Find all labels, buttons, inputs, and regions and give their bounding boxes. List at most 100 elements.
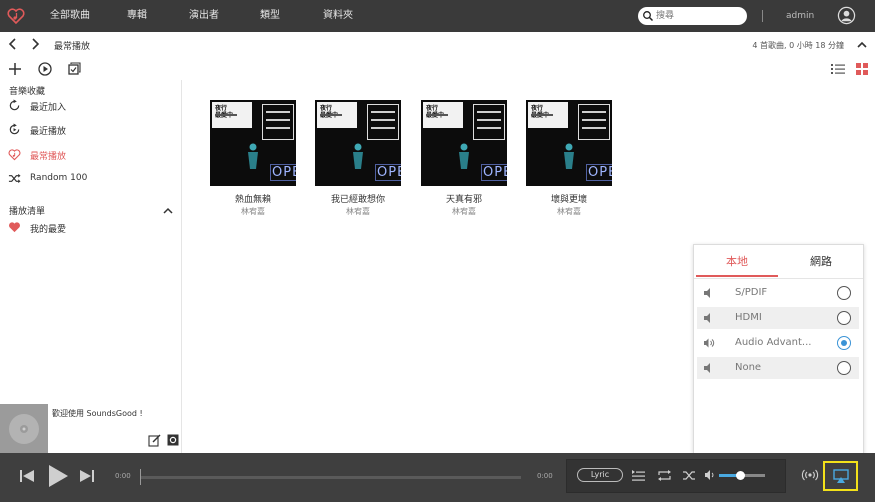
album-title[interactable]: 我已經敢想你 [315,192,401,205]
add-icon[interactable] [7,61,23,77]
play-all-icon[interactable] [37,61,53,77]
audio-output-button[interactable] [823,461,858,491]
album-artist[interactable]: 林宥嘉 [526,206,612,217]
lyric-button[interactable]: Lyric [577,468,623,482]
breadcrumb-bar: 最常播放 4 首歌曲, 0 小時 18 分鐘 [0,32,875,58]
output-device-name: Audio Advant... [735,337,812,348]
total-time: 0:00 [537,472,553,480]
album-title[interactable]: 壞與更壞 [526,192,612,205]
sidebar-item-label: 我的最愛 [30,225,67,235]
sidebar-item-label: 最近加入 [30,103,67,113]
player-bar: 0:00 0:00 Lyric [0,453,875,502]
sidebar-item-random-100[interactable]: Random 100 [8,171,173,187]
output-device-name: None [735,362,762,373]
volume-icon[interactable] [704,469,716,481]
select-icon[interactable] [66,61,82,77]
edit-icon[interactable] [148,434,161,447]
output-radio[interactable] [837,361,851,375]
top-bar: 全部歌曲 專輯 演出者 類型 資料夾 admin [0,0,875,32]
album-card[interactable]: 夜行最愛中 OPE 天真有邪 林宥嘉 [421,100,507,216]
speaker-active-icon [704,338,715,348]
album-card[interactable]: 夜行最愛中 OPE 熱血無賴 林宥嘉 [210,100,296,216]
sidebar-item-label: 最近播放 [30,127,67,137]
repeat-icon[interactable] [657,469,672,482]
song-stats: 4 首歌曲, 0 小時 18 分鐘 [752,41,844,50]
seek-bar[interactable] [141,476,521,479]
forward-arrow-icon[interactable] [28,37,42,51]
airplay-icon [833,469,849,483]
disc-icon [9,414,39,444]
nav-albums[interactable]: 專輯 [127,0,147,32]
album-card[interactable]: 夜行最愛中 OPE 我已經敢想你 林宥嘉 [315,100,401,216]
collapse-chevron-icon[interactable] [856,39,868,51]
settings-icon[interactable] [167,434,179,446]
back-arrow-icon[interactable] [6,37,20,51]
volume-handle[interactable] [736,471,745,480]
tab-network[interactable]: 網路 [780,245,862,278]
output-device-name: HDMI [735,312,762,323]
sidebar: 音樂收藏 最近加入 最近播放 最常播放 Random 100 播放清單 我的最愛… [0,80,182,453]
list-view-icon[interactable] [830,62,846,76]
previous-track-icon[interactable] [18,467,36,485]
tab-divider [694,278,863,279]
queue-icon[interactable] [631,469,646,482]
album-card[interactable]: 夜行最愛中 OPE 壞與更壞 林宥嘉 [526,100,612,216]
topbar-divider [762,10,763,22]
output-radio-selected[interactable] [837,336,851,350]
recent-play-icon [9,123,20,135]
elapsed-time: 0:00 [115,472,131,480]
user-name[interactable]: admin [786,0,814,32]
album-cover[interactable]: 夜行最愛中 OPE [210,100,296,186]
sidebar-item-most-played[interactable]: 最常播放 [8,147,173,163]
search-icon [643,11,654,22]
output-device-row[interactable]: HDMI [697,307,859,329]
tab-local[interactable]: 本地 [696,245,778,277]
grid-view-icon[interactable] [855,62,869,76]
speaker-icon [704,313,710,323]
sidebar-item-recently-played[interactable]: 最近播放 [8,122,173,138]
most-played-heart-icon [8,149,21,161]
speaker-icon [704,363,710,373]
output-device-row[interactable]: None [697,357,859,379]
album-cover[interactable]: 夜行最愛中 OPE [421,100,507,186]
output-device-row[interactable]: S/PDIF [697,282,859,304]
now-playing-text: 歡迎使用 SoundsGood ! [52,409,143,418]
nav-all-songs[interactable]: 全部歌曲 [50,0,90,32]
album-title[interactable]: 天真有邪 [421,192,507,205]
album-cover[interactable]: 夜行最愛中 OPE [526,100,612,186]
playlist-section-title: 播放清單 [9,207,46,217]
audio-output-panel: 本地 網路 S/PDIF HDMI Audio Advant... None [693,244,864,454]
output-device-name: S/PDIF [735,287,768,298]
app-logo-icon[interactable] [6,6,26,26]
shuffle-icon [8,173,21,184]
user-avatar-icon[interactable] [837,6,856,25]
sidebar-item-label: 最常播放 [30,152,67,162]
output-device-row[interactable]: Audio Advant... [697,332,859,354]
speaker-icon [704,288,710,298]
recent-add-icon [9,99,20,111]
play-icon[interactable] [46,463,70,489]
album-artist[interactable]: 林宥嘉 [315,206,401,217]
next-track-icon[interactable] [78,467,96,485]
search-input[interactable] [656,9,742,23]
shuffle-icon[interactable] [682,469,697,482]
nav-artists[interactable]: 演出者 [189,0,219,32]
album-cover[interactable]: 夜行最愛中 OPE [315,100,401,186]
output-radio[interactable] [837,311,851,325]
output-radio[interactable] [837,286,851,300]
nav-folders[interactable]: 資料夾 [323,0,353,32]
sidebar-item-recently-added[interactable]: 最近加入 [8,98,173,114]
sidebar-item-favorites[interactable]: 我的最愛 [8,220,173,236]
now-playing-thumbnail[interactable] [0,404,48,453]
heart-icon [9,222,20,233]
search-box[interactable] [638,7,747,25]
nav-genres[interactable]: 類型 [260,0,280,32]
library-section-title: 音樂收藏 [9,87,46,97]
streaming-signal-icon[interactable] [801,468,819,482]
playlist-collapse-icon[interactable] [162,205,174,217]
breadcrumb-title: 最常播放 [54,42,91,52]
album-artist[interactable]: 林宥嘉 [210,206,296,217]
toolbar [0,58,875,80]
album-title[interactable]: 熱血無賴 [210,192,296,205]
album-artist[interactable]: 林宥嘉 [421,206,507,217]
